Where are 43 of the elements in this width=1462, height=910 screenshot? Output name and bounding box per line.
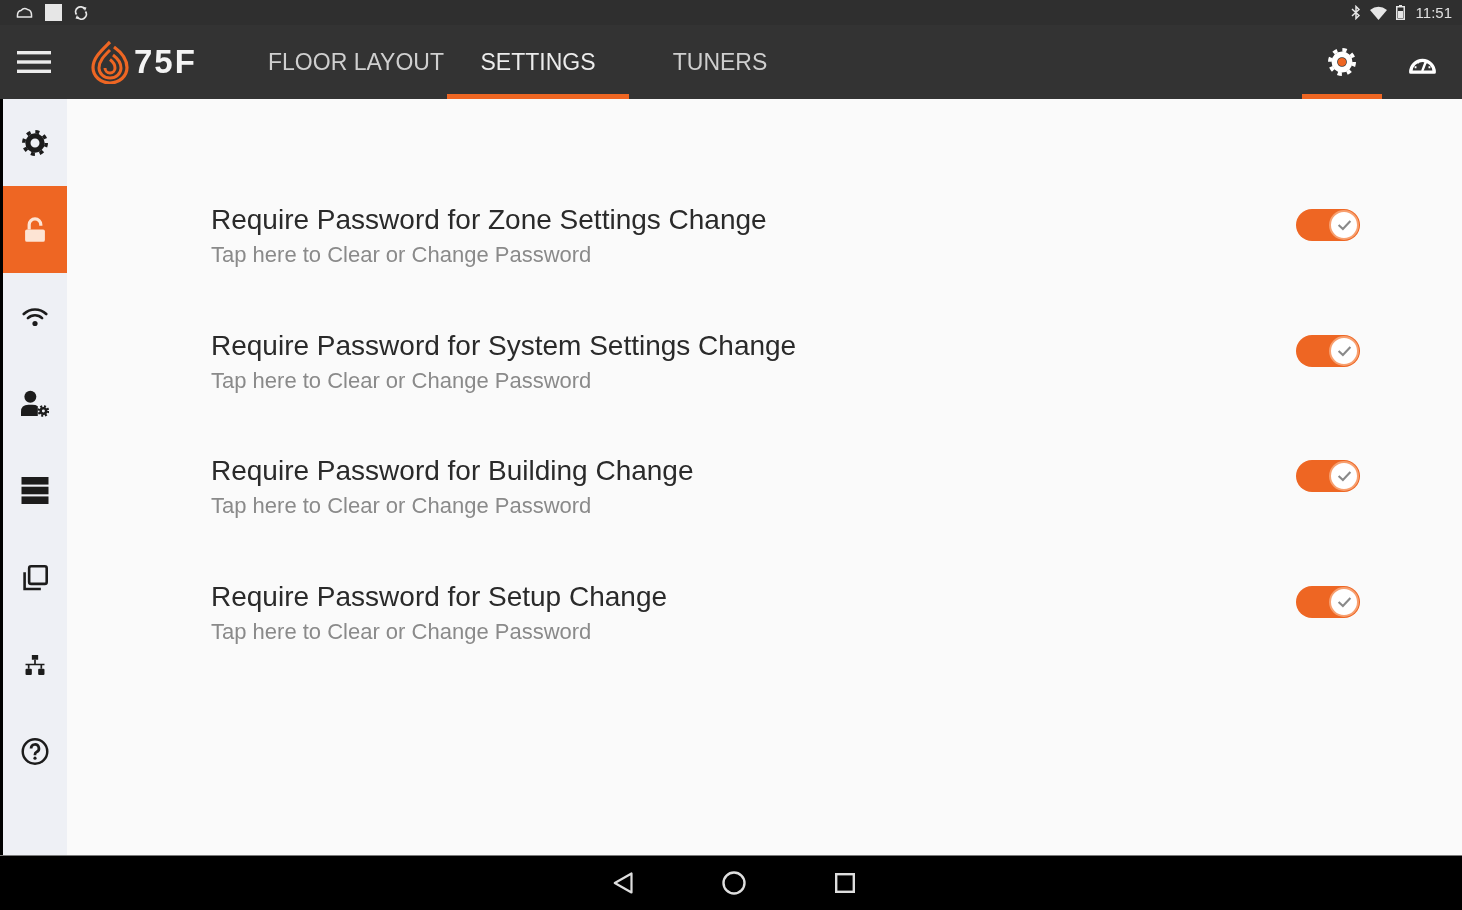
check-icon: [1336, 470, 1352, 483]
back-icon: [613, 872, 633, 894]
home-icon: [722, 871, 746, 895]
toggle-switch[interactable]: [1296, 209, 1360, 241]
logo-text: 75F: [134, 43, 197, 81]
nav-tab[interactable]: SETTINGS: [447, 25, 629, 99]
setting-hint[interactable]: Tap here to Clear or Change Password: [211, 618, 592, 645]
back-button[interactable]: [613, 872, 633, 894]
toggle-switch[interactable]: [1296, 585, 1360, 618]
setting-hint[interactable]: Tap here to Clear or Change Password: [211, 493, 592, 520]
nav-tab[interactable]: TUNERS: [629, 25, 811, 99]
check-icon: [1336, 219, 1352, 231]
square-icon: [45, 4, 62, 21]
logo-icon: [90, 40, 130, 84]
recent-apps-icon: [835, 873, 855, 893]
gear-icon: [22, 129, 48, 156]
bluetooth-icon: [1350, 5, 1361, 20]
setting-hint[interactable]: Tap here to Clear or Change Password: [211, 242, 592, 268]
toggle-switch[interactable]: [1296, 460, 1360, 493]
check-icon: [1336, 344, 1352, 357]
setting-hint[interactable]: Tap here to Clear or Change Password: [211, 367, 592, 394]
user-gear-icon: [21, 390, 49, 417]
home-button[interactable]: [722, 871, 746, 895]
setting-title: Require Password for Building Change: [211, 455, 694, 488]
copy-icon: [22, 564, 48, 591]
battery-icon: [1395, 5, 1405, 20]
nav-tab[interactable]: FLOOR LAYOUT: [265, 25, 447, 99]
wifi-icon: [22, 306, 48, 327]
cloud-icon: [16, 7, 33, 18]
server-icon: [21, 477, 49, 504]
toggle-switch[interactable]: [1296, 334, 1360, 367]
sync-icon: [74, 5, 88, 20]
check-icon: [1336, 595, 1352, 608]
wifi-signal-icon: [1369, 5, 1387, 20]
help-icon: [21, 738, 49, 765]
setting-title: Require Password for Setup Change: [211, 580, 668, 613]
status-time: 11:51: [1415, 4, 1452, 21]
menu-icon: [16, 51, 51, 73]
setting-title: Require Password for System Settings Change: [211, 329, 797, 362]
settings-icon: [1328, 48, 1356, 76]
recent-apps-button[interactable]: [835, 873, 855, 893]
setting-title: Require Password for Zone Settings Change: [211, 204, 767, 236]
unlocked-padlock-icon: [22, 216, 48, 243]
